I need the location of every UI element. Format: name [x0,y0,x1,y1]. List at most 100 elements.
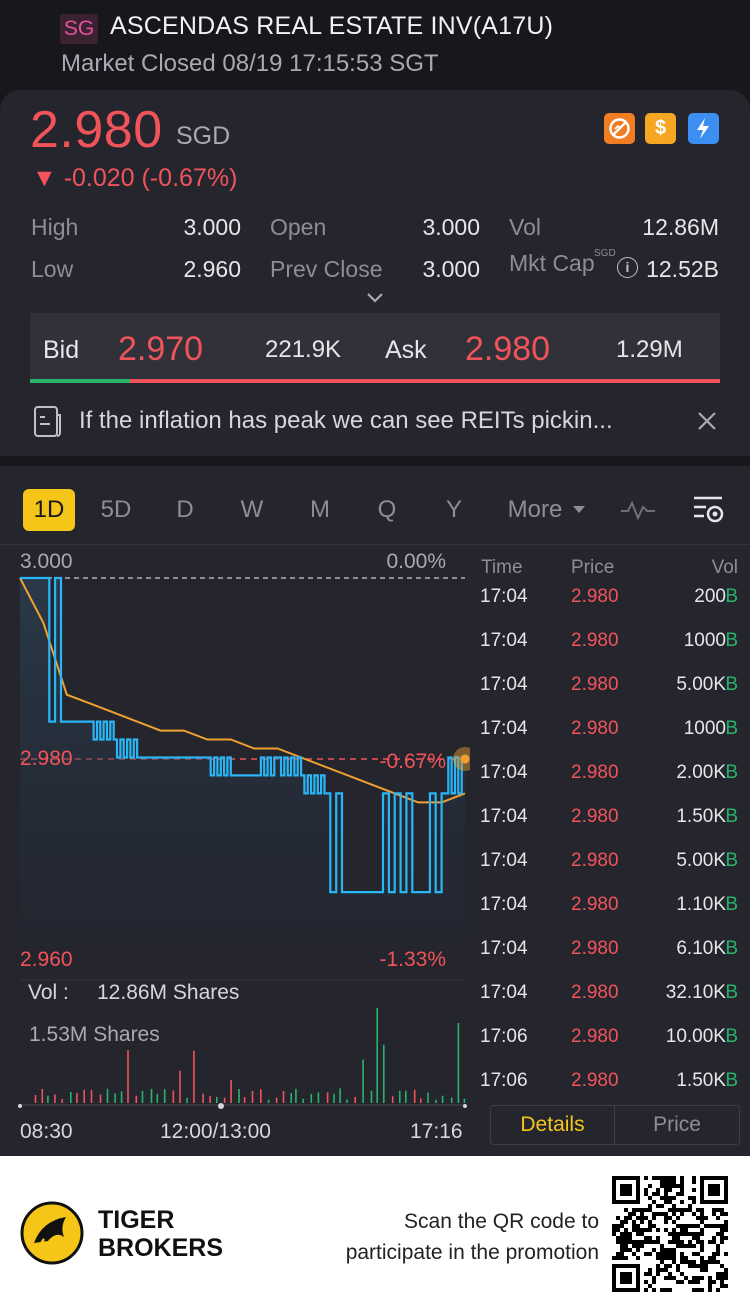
tick-volume: 6.10K [676,938,726,959]
tick-side-flag: B [725,1026,738,1047]
tab-1d[interactable]: 1D [23,489,75,531]
tick-time: 17:04 [480,630,528,651]
vol-header: Vol [711,557,738,578]
volume-bar [186,1097,188,1103]
tick-side-flag: B [725,718,738,739]
high-value: 3.000 [183,214,241,240]
tab-more[interactable]: More [505,489,565,531]
mkt-cap-label: Mkt Cap [509,250,595,276]
volume-bar [290,1093,292,1103]
tick-row: 17:04 2.980 1.50K B [480,806,738,850]
tick-time: 17:06 [480,1026,528,1047]
volume-bar [120,1091,123,1103]
indicator-icon[interactable] [620,499,656,521]
volume-bar [317,1092,320,1103]
tick-volume: 32.10K [665,982,726,1003]
volume-bar [70,1091,72,1103]
tick-volume: 1000 [683,630,726,651]
ask-ratio-bar [130,379,720,383]
tick-time: 17:04 [480,718,528,739]
tick-time: 17:06 [480,1070,528,1091]
tick-volume: 1.50K [676,806,726,827]
pct-axis-mid: -0.67% [379,750,446,773]
tab-d[interactable]: D [170,489,200,531]
news-headline[interactable]: If the inflation has peak we can see REI… [79,407,613,435]
mkt-cap-currency: SGD [594,248,616,259]
tick-price: 2.980 [571,938,619,959]
ask-price: 2.980 [465,330,551,368]
price-change: ▼ -0.020 (-0.67%) [32,164,238,192]
volume-bar [413,1089,416,1103]
tick-side-flag: B [725,938,738,959]
tick-price: 2.980 [571,630,619,651]
tick-price: 2.980 [571,982,619,1003]
tick-volume: 10.00K [665,1026,726,1047]
last-point [460,754,470,764]
price-tab[interactable]: Price [615,1106,739,1144]
tab-w[interactable]: W [237,489,267,531]
open-value: 3.000 [422,214,480,240]
news-icon [34,406,61,437]
volume-bar [420,1098,422,1103]
volume-bar [172,1090,175,1103]
volume-bar [251,1091,254,1103]
tab-m[interactable]: M [305,489,335,531]
close-icon[interactable] [697,411,717,431]
tick-price: 2.980 [571,894,619,915]
volume-bar [457,1023,460,1103]
volume-bar [310,1094,313,1103]
y-axis-mid: 2.980 [20,747,73,770]
details-tab[interactable]: Details [491,1106,615,1144]
margin-icon[interactable] [688,113,719,144]
volume-value: 12.86M Shares [97,981,240,1004]
chevron-down-icon[interactable] [366,292,384,304]
volume-bar [427,1092,429,1103]
volume-bar [383,1044,385,1103]
tab-q[interactable]: Q [372,489,402,531]
tab-5d[interactable]: 5D [96,489,136,531]
stock-title: ASCENDAS REAL ESTATE INV(A17U) [110,12,554,40]
volume-bar [326,1092,329,1103]
tick-side-flag: B [725,630,738,651]
tick-side-flag: B [725,894,738,915]
volume-bar [405,1090,407,1103]
tiger-logo-icon [20,1201,84,1265]
tick-side-flag: B [725,762,738,783]
tick-row: 17:04 2.980 6.10K B [480,938,738,982]
volume-max-label: 1.53M Shares [29,1023,160,1046]
volume-label: Vol : [28,981,69,1004]
volume-bar [362,1059,364,1103]
volume-bar [399,1090,401,1103]
volume-bar [114,1093,116,1103]
volume-bar [333,1093,335,1103]
dividend-icon[interactable]: $ [645,113,676,144]
volume-bar [76,1093,78,1103]
tick-price: 2.980 [571,586,619,607]
tick-row: 17:04 2.980 5.00K B [480,674,738,718]
volume-bar [150,1088,153,1103]
tab-y[interactable]: Y [439,489,469,531]
volume-bar [127,1050,129,1103]
info-icon[interactable]: i [617,257,638,278]
tick-price: 2.980 [571,850,619,871]
chart-settings-icon[interactable] [692,494,728,526]
time-header: Time [481,557,523,578]
tick-time: 17:04 [480,850,528,871]
qr-code-icon[interactable] [612,1176,728,1292]
volume-bar [179,1070,181,1103]
volume-bar [135,1095,138,1103]
volume-bar [202,1093,204,1103]
tick-time: 17:04 [480,982,528,1003]
caret-down-icon[interactable] [572,505,586,515]
tick-row: 17:04 2.980 32.10K B [480,982,738,1026]
bid-ratio-bar [30,379,130,383]
volume-bar [463,1098,466,1103]
tick-volume: 5.00K [676,674,726,695]
mkt-cap-value: 12.52B [646,256,719,282]
vol-label: Vol [509,214,541,240]
axis-dot [18,1104,22,1108]
volume-bar [370,1090,373,1103]
pct-axis-top: 0.00% [386,550,446,573]
tick-side-flag: B [725,586,738,607]
no-short-icon[interactable] [604,113,635,144]
